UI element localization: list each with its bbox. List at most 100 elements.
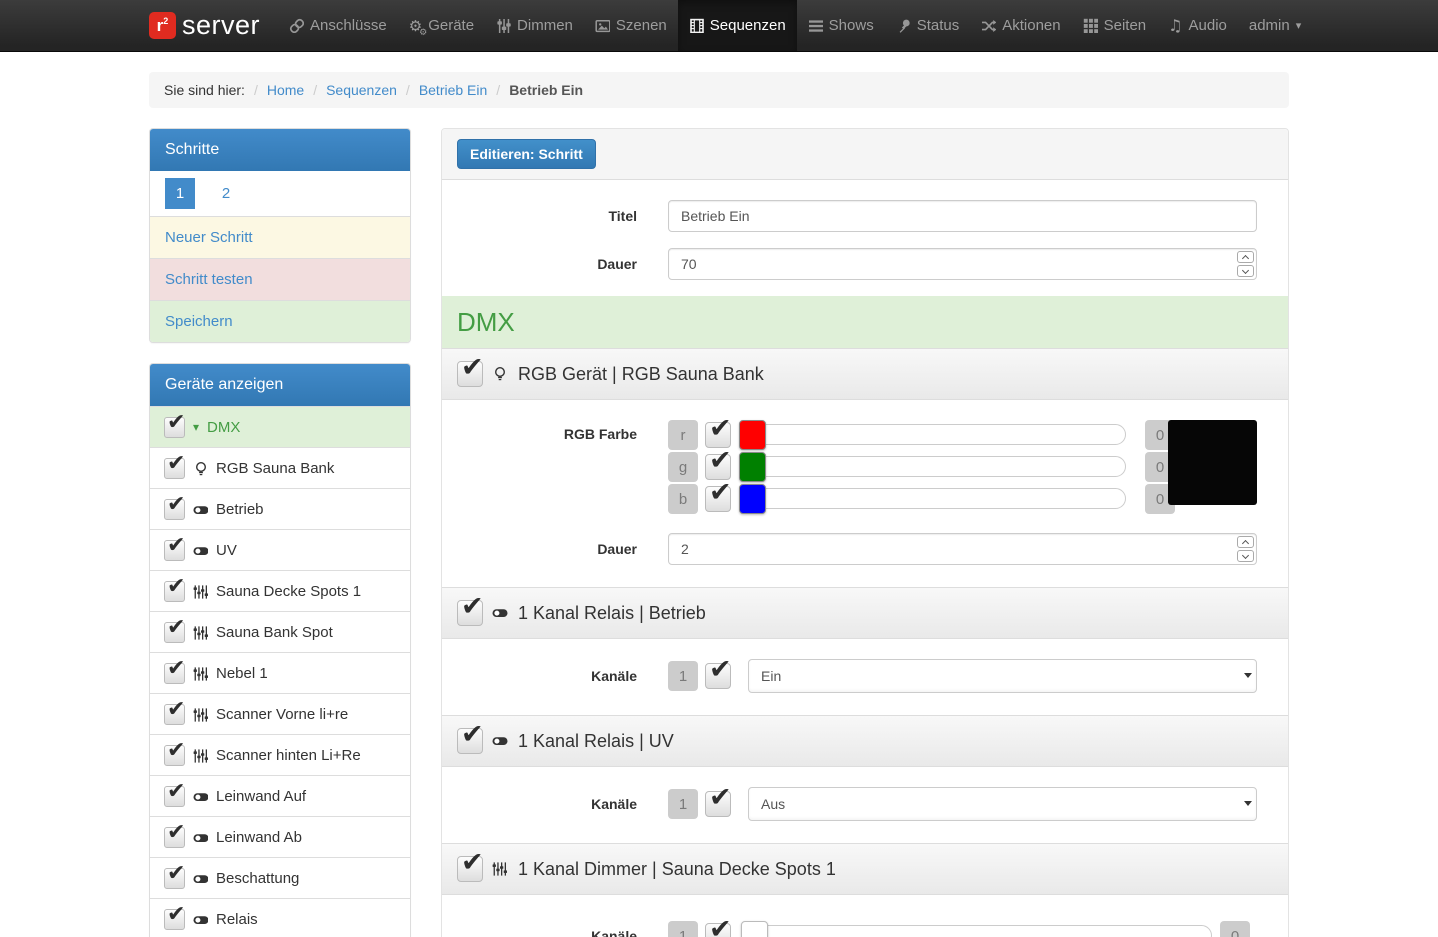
channel-number-badge: 1: [668, 921, 698, 937]
section-head-relais-betrieb: ✔ 1 Kanal Relais | Betrieb: [442, 587, 1288, 639]
channel-checkbox[interactable]: ✔: [705, 791, 731, 817]
breadcrumb-separator: /: [406, 82, 410, 98]
nav-item-anschluesse[interactable]: Anschlüsse: [278, 0, 398, 51]
device-checkbox[interactable]: ✔: [164, 663, 185, 684]
checkmark-icon: ✔: [709, 447, 732, 474]
device-checkbox[interactable]: ✔: [164, 458, 185, 479]
breadcrumb-link-home[interactable]: Home: [267, 82, 304, 98]
nav-user-menu[interactable]: admin ▾: [1238, 0, 1312, 51]
channel-key-badge: r: [668, 420, 698, 450]
device-row-sauna-bank-spot[interactable]: ✔ Sauna Bank Spot: [150, 611, 410, 652]
device-checkbox[interactable]: ✔: [164, 786, 185, 807]
step-form: Titel Dauer: [442, 180, 1288, 296]
breadcrumb-separator: /: [313, 82, 317, 98]
section-checkbox[interactable]: ✔: [457, 361, 483, 387]
device-checkbox[interactable]: ✔: [164, 417, 185, 438]
checkmark-icon: ✔: [461, 354, 484, 381]
device-row-nebel-1[interactable]: ✔ Nebel 1: [150, 652, 410, 693]
device-checkbox[interactable]: ✔: [164, 909, 185, 930]
device-row-leinwand-auf[interactable]: ✔ Leinwand Auf: [150, 775, 410, 816]
new-step-button[interactable]: Neuer Schritt: [150, 216, 410, 258]
nav-item-shows[interactable]: Shows: [797, 0, 885, 51]
spin-down-button[interactable]: [1237, 550, 1254, 562]
kanaele-label: Kanäle: [457, 668, 637, 684]
device-checkbox[interactable]: ✔: [164, 499, 185, 520]
dauer-input[interactable]: [668, 248, 1257, 280]
grid-icon: [1083, 18, 1098, 33]
nav-item-audio[interactable]: ♫ Audio: [1157, 0, 1238, 51]
nav-item-geraete[interactable]: ⚙⚙ Geräte: [398, 0, 485, 51]
dimmer-slider[interactable]: [741, 921, 1212, 937]
channel-slider-g[interactable]: [739, 452, 1126, 482]
device-checkbox[interactable]: ✔: [164, 540, 185, 561]
device-row-sauna-decke-spots-1[interactable]: ✔ Sauna Decke Spots 1: [150, 570, 410, 611]
relais-betrieb-select[interactable]: Ein: [748, 659, 1257, 693]
titel-input[interactable]: [668, 200, 1257, 232]
slider-track[interactable]: [739, 488, 1126, 509]
channel-slider-b[interactable]: [739, 484, 1126, 514]
device-label: Sauna Decke Spots 1: [216, 583, 361, 600]
device-checkbox[interactable]: ✔: [164, 704, 185, 725]
checkmark-icon: ✔: [167, 576, 185, 598]
nav-label: Dimmen: [517, 17, 573, 34]
test-step-button[interactable]: Schritt testen: [150, 258, 410, 300]
brand-logo[interactable]: r2 server: [149, 0, 278, 51]
checkmark-icon: ✔: [167, 822, 185, 844]
device-checkbox[interactable]: ✔: [164, 827, 185, 848]
device-row-relais[interactable]: ✔ Relais: [150, 898, 410, 937]
breadcrumb-link-sequenzen[interactable]: Sequenzen: [326, 82, 397, 98]
nav-item-seiten[interactable]: Seiten: [1072, 0, 1158, 51]
device-label: Scanner hinten Li+Re: [216, 747, 361, 764]
device-row-uv[interactable]: ✔ UV: [150, 529, 410, 570]
slider-handle[interactable]: [739, 420, 766, 450]
device-checkbox[interactable]: ✔: [164, 868, 185, 889]
save-button[interactable]: Speichern: [150, 300, 410, 342]
toggle-icon: [193, 912, 208, 927]
device-checkbox[interactable]: ✔: [164, 622, 185, 643]
device-row-scanner-hinten[interactable]: ✔ Scanner hinten Li+Re: [150, 734, 410, 775]
channel-checkbox[interactable]: ✔: [705, 663, 731, 689]
device-checkbox[interactable]: ✔: [164, 745, 185, 766]
device-checkbox[interactable]: ✔: [164, 581, 185, 602]
step-2-button[interactable]: 2: [211, 178, 241, 209]
section-checkbox[interactable]: ✔: [457, 728, 483, 754]
slider-handle[interactable]: [741, 921, 768, 937]
top-navbar: r2 server Anschlüsse ⚙⚙ Geräte Dimmen Sz…: [0, 0, 1438, 52]
section-checkbox[interactable]: ✔: [457, 600, 483, 626]
slider-track[interactable]: [739, 424, 1126, 445]
step-1-button[interactable]: 1: [165, 178, 195, 209]
channel-slider-r[interactable]: [739, 420, 1126, 450]
device-row-betrieb[interactable]: ✔ Betrieb: [150, 488, 410, 529]
steps-list: 1 2: [150, 171, 410, 216]
rgb-dauer-input[interactable]: [668, 533, 1257, 565]
channel-checkbox[interactable]: ✔: [705, 486, 731, 512]
spin-down-button[interactable]: [1237, 265, 1254, 277]
nav-item-status[interactable]: Status: [885, 0, 971, 51]
slider-track[interactable]: [739, 456, 1126, 477]
device-row-scanner-vorne[interactable]: ✔ Scanner Vorne li+re: [150, 693, 410, 734]
spin-up-button[interactable]: [1237, 251, 1254, 263]
bulb-icon: [492, 366, 509, 383]
dauer-label: Dauer: [457, 256, 637, 272]
breadcrumb-link-betrieb-ein[interactable]: Betrieb Ein: [419, 82, 487, 98]
nav-item-dimmen[interactable]: Dimmen: [485, 0, 584, 51]
slider-handle[interactable]: [739, 452, 766, 482]
channel-checkbox[interactable]: ✔: [705, 923, 731, 937]
slider-handle[interactable]: [739, 484, 766, 514]
section-checkbox[interactable]: ✔: [457, 856, 483, 882]
edit-step-button[interactable]: Editieren: Schritt: [457, 139, 596, 169]
device-row-rgb-sauna-bank[interactable]: ✔ RGB Sauna Bank: [150, 447, 410, 488]
spin-up-button[interactable]: [1237, 536, 1254, 548]
section-body-relais-uv: Kanäle 1 ✔ Aus: [442, 767, 1288, 843]
nav-item-szenen[interactable]: Szenen: [584, 0, 678, 51]
nav-item-sequenzen[interactable]: Sequenzen: [678, 0, 797, 51]
dmx-section-banner: DMX: [442, 296, 1288, 348]
device-row-beschattung[interactable]: ✔ Beschattung: [150, 857, 410, 898]
nav-item-aktionen[interactable]: Aktionen: [970, 0, 1071, 51]
relais-uv-select[interactable]: Aus: [748, 787, 1257, 821]
device-row-dmx[interactable]: ✔ ▾ DMX: [150, 406, 410, 447]
link-icon: [289, 18, 304, 33]
device-row-leinwand-ab[interactable]: ✔ Leinwand Ab: [150, 816, 410, 857]
chevron-down-icon: [1242, 551, 1249, 558]
slider-track[interactable]: [741, 925, 1212, 937]
